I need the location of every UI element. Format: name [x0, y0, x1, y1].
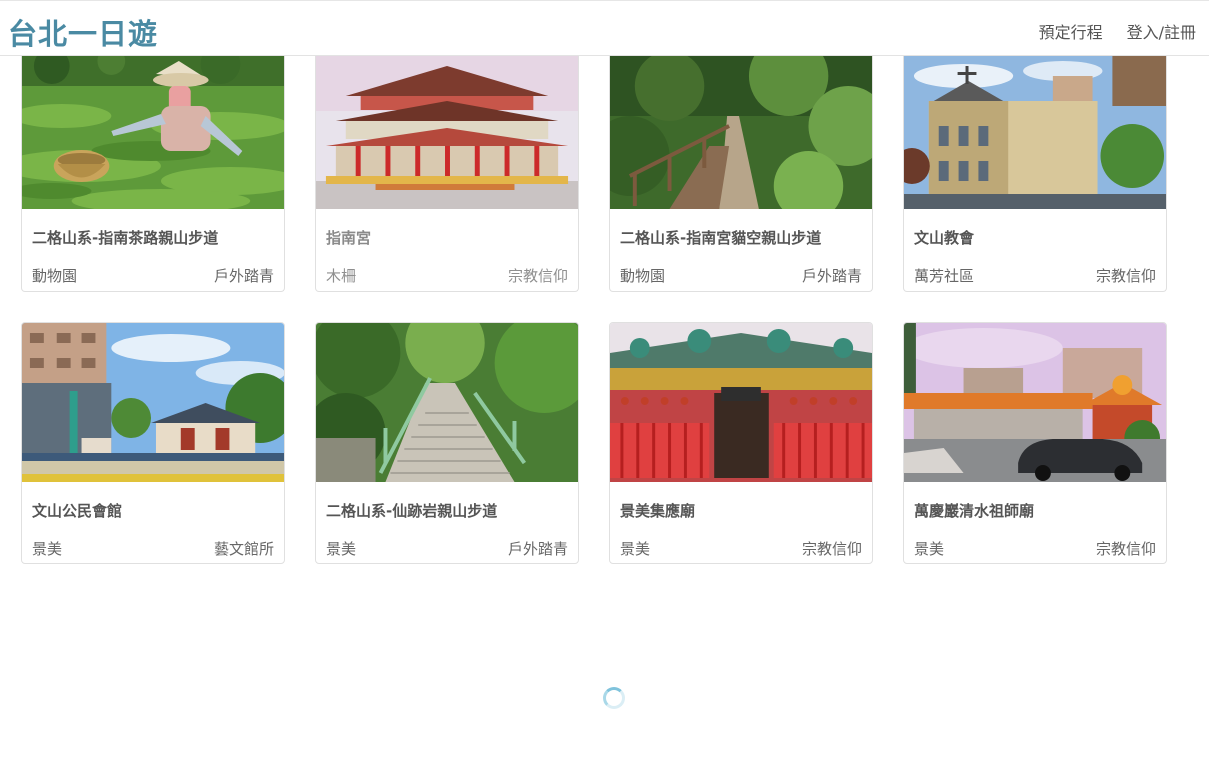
attraction-name: 二格山系-仙跡岩親山步道 [326, 502, 498, 520]
attraction-category: 戶外踏青 [213, 267, 274, 285]
attraction-mrt: 景美 [32, 540, 63, 558]
attraction-category: 藝文館所 [213, 540, 274, 558]
attraction-image [904, 56, 1166, 209]
attraction-image [610, 323, 872, 482]
attraction-image [316, 56, 578, 209]
attraction-name: 文山教會 [914, 229, 975, 247]
attraction-meta: 萬芳社區 宗教信仰 [914, 265, 1156, 286]
attraction-card[interactable]: 二格山系-指南宮貓空親山步道 動物園 戶外踏青 [609, 56, 873, 292]
attraction-name: 二格山系-指南茶路親山步道 [32, 229, 219, 247]
attraction-mrt: 木柵 [326, 267, 357, 285]
attraction-category: 宗教信仰 [507, 267, 568, 285]
attraction-name: 景美集應廟 [620, 502, 696, 520]
attraction-name: 文山公民會館 [32, 502, 123, 520]
navbar: 台北一日遊 預定行程 登入/註冊 [0, 0, 1209, 56]
attraction-meta: 景美 宗教信仰 [914, 538, 1156, 559]
attraction-card[interactable]: 萬慶巖清水祖師廟 景美 宗教信仰 [903, 322, 1167, 564]
attraction-image [22, 56, 284, 209]
attraction-category: 宗教信仰 [801, 540, 862, 558]
attraction-mrt: 景美 [326, 540, 357, 558]
attraction-meta: 動物園 戶外踏青 [620, 265, 862, 286]
attraction-card[interactable]: 二格山系-指南茶路親山步道 動物園 戶外踏青 [21, 56, 285, 292]
attraction-card[interactable]: 景美集應廟 景美 宗教信仰 [609, 322, 873, 564]
nav-booking-link[interactable]: 預定行程 [1039, 19, 1103, 43]
attraction-mrt: 萬芳社區 [914, 267, 975, 285]
attraction-meta: 動物園 戶外踏青 [32, 265, 274, 286]
attraction-image [904, 323, 1166, 482]
attraction-category: 戶外踏青 [801, 267, 862, 285]
attraction-meta: 景美 藝文館所 [32, 538, 274, 559]
attraction-mrt: 景美 [914, 540, 945, 558]
attraction-name: 萬慶巖清水祖師廟 [914, 502, 1035, 520]
attraction-meta: 景美 戶外踏青 [326, 538, 568, 559]
attraction-mrt: 景美 [620, 540, 651, 558]
loading-spinner-icon [603, 687, 625, 709]
attraction-name: 二格山系-指南宮貓空親山步道 [620, 229, 822, 247]
attraction-category: 宗教信仰 [1095, 540, 1156, 558]
attraction-category: 宗教信仰 [1095, 267, 1156, 285]
attraction-meta: 景美 宗教信仰 [620, 538, 862, 559]
nav-login-link[interactable]: 登入/註冊 [1127, 19, 1196, 43]
nav-links: 預定行程 登入/註冊 [1039, 19, 1196, 43]
attraction-meta: 木柵 宗教信仰 [326, 265, 568, 286]
attraction-card[interactable]: 二格山系-仙跡岩親山步道 景美 戶外踏青 [315, 322, 579, 564]
attraction-mrt: 動物園 [32, 267, 78, 285]
attraction-card[interactable]: 指南宮 木柵 宗教信仰 [315, 56, 579, 292]
attraction-image [22, 323, 284, 482]
attraction-image [316, 323, 578, 482]
site-logo-title[interactable]: 台北一日遊 [8, 11, 158, 53]
attraction-name: 指南宮 [326, 229, 372, 247]
attraction-category: 戶外踏青 [507, 540, 568, 558]
attraction-card[interactable]: 文山教會 萬芳社區 宗教信仰 [903, 56, 1167, 292]
attraction-image [610, 56, 872, 209]
attraction-mrt: 動物園 [620, 267, 666, 285]
attraction-card[interactable]: 文山公民會館 景美 藝文館所 [21, 322, 285, 564]
attraction-grid: 二格山系-指南茶路親山步道 動物園 戶外踏青 指南宮 木柵 宗教信仰 二格山系-… [21, 56, 1191, 564]
